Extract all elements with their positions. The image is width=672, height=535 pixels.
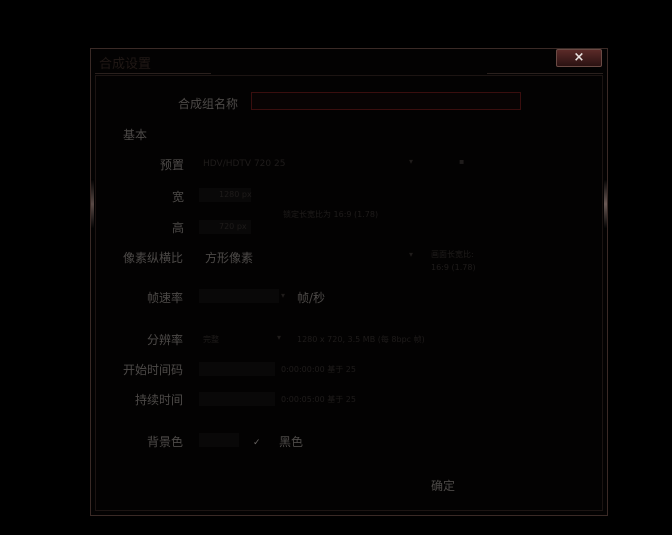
preset-save-icon[interactable]: ▪ bbox=[459, 157, 464, 166]
ok-button[interactable]: 确定 bbox=[431, 477, 455, 494]
start-timecode-field[interactable] bbox=[199, 362, 275, 376]
bg-color-swatch[interactable] bbox=[199, 433, 239, 447]
duration-info: 0:00:05:00 基于 25 bbox=[281, 395, 356, 404]
dialog-title: 合成设置 bbox=[99, 57, 152, 72]
preset-dropdown-icon[interactable]: ▾ bbox=[409, 157, 413, 166]
bg-color-label: 背景色 bbox=[147, 435, 184, 449]
resolution-label: 分辨率 bbox=[147, 333, 184, 347]
resolution-select[interactable]: 完整 bbox=[203, 334, 219, 345]
height-field[interactable]: 720 px bbox=[199, 220, 251, 234]
start-timecode-label: 开始时间码 bbox=[123, 363, 184, 377]
resolution-dropdown-icon[interactable]: ▾ bbox=[277, 333, 281, 342]
eyedropper-icon[interactable]: ✓ bbox=[253, 438, 261, 448]
frame-rate-unit: 帧/秒 bbox=[297, 291, 326, 305]
frame-rate-field[interactable] bbox=[199, 289, 279, 303]
width-value: 1280 px bbox=[219, 190, 252, 199]
frame-aspect-value: 16:9 (1.78) bbox=[431, 263, 476, 272]
width-label: 宽 bbox=[172, 190, 185, 204]
pixel-aspect-select[interactable]: 方形像素 bbox=[205, 249, 253, 266]
composition-settings-dialog: 合成设置 × 合成组名称 基本 预置 HDV/HDTV 720 25 ▾ ▪ 宽… bbox=[90, 48, 608, 516]
dialog-titlebar[interactable]: 合成设置 × bbox=[91, 49, 607, 75]
frame-rate-label: 帧速率 bbox=[147, 291, 184, 305]
duration-label: 持续时间 bbox=[135, 393, 184, 407]
close-button[interactable]: × bbox=[556, 49, 602, 67]
bg-color-name: 黑色 bbox=[279, 435, 304, 449]
basic-section-heading: 基本 bbox=[123, 128, 148, 142]
right-edge-highlight bbox=[604, 179, 607, 229]
width-field[interactable]: 1280 px bbox=[199, 188, 252, 202]
preset-select[interactable]: HDV/HDTV 720 25 bbox=[203, 159, 285, 169]
left-edge-highlight bbox=[91, 179, 94, 229]
height-label: 高 bbox=[172, 221, 185, 235]
start-timecode-info: 0:00:00:00 基于 25 bbox=[281, 365, 356, 374]
duration-field[interactable] bbox=[199, 392, 275, 406]
comp-name-input[interactable] bbox=[251, 92, 521, 110]
resolution-info: 1280 x 720, 3.5 MB (每 8bpc 帧) bbox=[297, 335, 425, 344]
pixel-aspect-dropdown-icon[interactable]: ▾ bbox=[409, 250, 413, 259]
lock-ratio-checkbox[interactable]: 锁定长宽比为 16:9 (1.78) bbox=[283, 209, 378, 220]
frame-rate-dropdown-icon[interactable]: ▾ bbox=[281, 291, 285, 300]
frame-aspect-label: 画面长宽比: bbox=[431, 250, 474, 259]
titlebar-divider-right bbox=[487, 73, 603, 74]
preset-label: 预置 bbox=[160, 158, 185, 172]
screen: 合成设置 × 合成组名称 基本 预置 HDV/HDTV 720 25 ▾ ▪ 宽… bbox=[0, 0, 672, 535]
height-value: 720 px bbox=[219, 222, 247, 231]
titlebar-divider-left bbox=[95, 73, 211, 74]
pixel-aspect-label: 像素纵横比 bbox=[123, 251, 184, 265]
comp-name-label: 合成组名称 bbox=[178, 97, 239, 111]
